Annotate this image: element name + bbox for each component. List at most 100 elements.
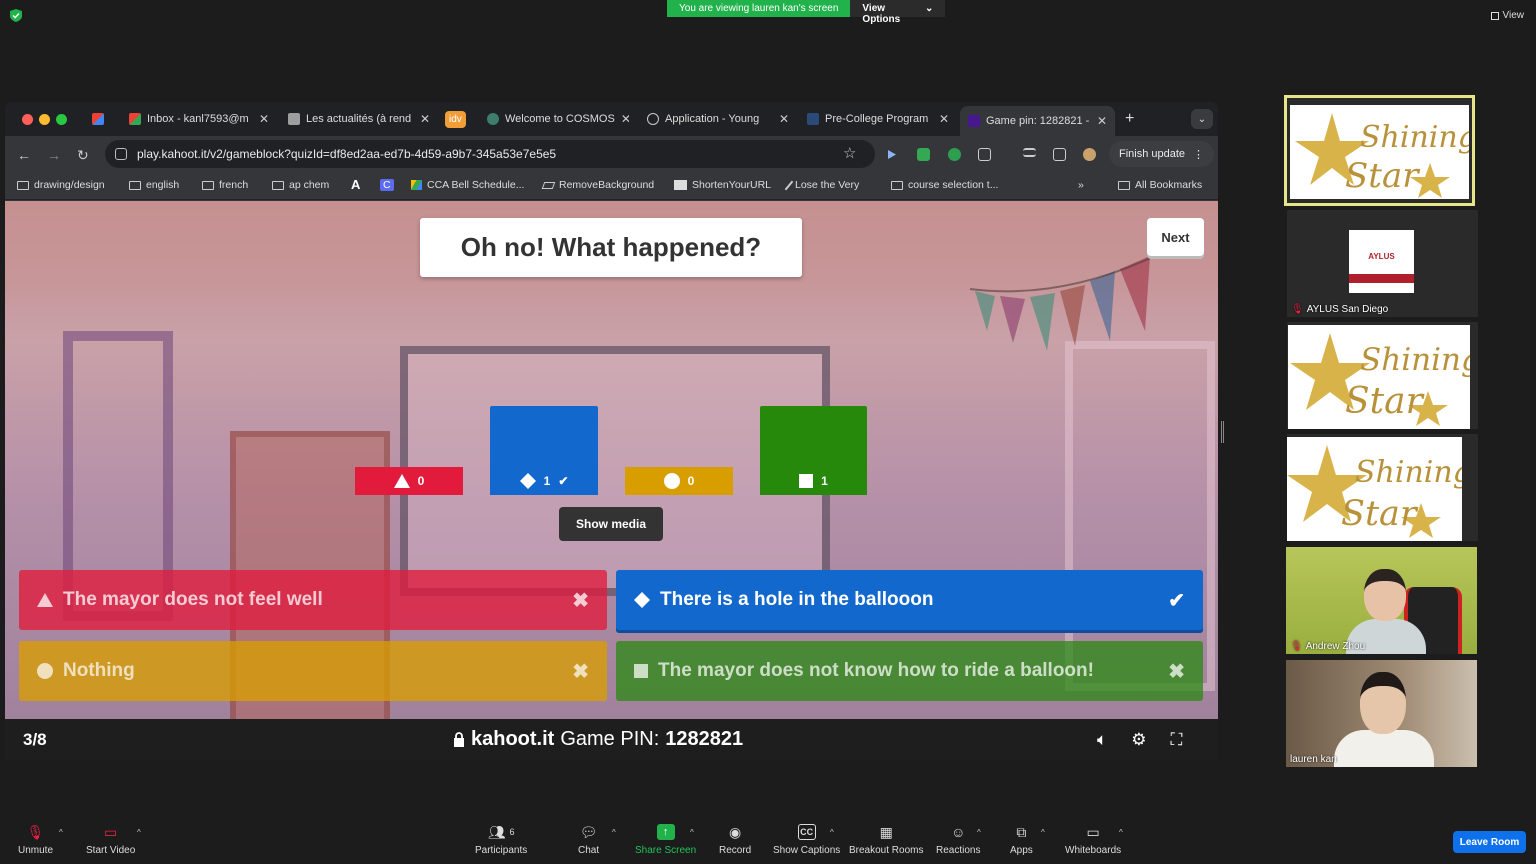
- green-extension-icon[interactable]: [917, 148, 930, 161]
- whiteboards-button[interactable]: ▭ Whiteboards: [1065, 824, 1121, 857]
- svg-text:Star: Star: [1345, 156, 1420, 196]
- tab-title: Les actualités (à rend: [306, 113, 412, 125]
- bookmark-c[interactable]: C: [380, 179, 394, 191]
- apps-options-caret-icon[interactable]: ^: [1041, 828, 1045, 837]
- reload-icon[interactable]: ↻: [77, 147, 89, 164]
- maximize-window-icon[interactable]: [56, 114, 67, 125]
- view-options-label: View Options: [862, 3, 901, 25]
- start-video-button[interactable]: ▭ Start Video: [86, 823, 135, 857]
- participant-tile-aylus[interactable]: AYLUS 🎙︎ AYLUS San Diego: [1287, 210, 1478, 317]
- triangle-icon: [393, 474, 410, 488]
- incorrect-x-icon: ✖: [572, 660, 589, 683]
- site-settings-icon[interactable]: [115, 148, 127, 160]
- security-shield-icon[interactable]: [10, 9, 22, 22]
- bookmark-remove-background[interactable]: RemoveBackground: [541, 179, 654, 191]
- browser-tab-precollege[interactable]: Pre-College Program ✕: [807, 108, 949, 130]
- bookmarks-overflow-icon[interactable]: »: [1078, 179, 1084, 191]
- view-button[interactable]: View: [1490, 10, 1524, 21]
- participant-tile-lauren-kan[interactable]: lauren kan: [1286, 660, 1477, 767]
- bookmark-drawing-design[interactable]: drawing/design: [17, 179, 105, 191]
- panel-resize-handle[interactable]: [1221, 421, 1224, 443]
- captions-options-caret-icon[interactable]: ^: [830, 828, 834, 837]
- reactions-options-caret-icon[interactable]: ^: [977, 828, 981, 837]
- volume-icon[interactable]: 🔈︎: [1097, 730, 1107, 750]
- share-screen-button[interactable]: ↑ Share Screen: [635, 824, 696, 856]
- share-options-caret-icon[interactable]: ^: [690, 828, 694, 837]
- participant-tile-shining-star-2[interactable]: Shining Star: [1287, 322, 1478, 429]
- chat-options-caret-icon[interactable]: ^: [612, 828, 616, 837]
- record-icon: ◉: [729, 823, 742, 840]
- breakout-rooms-button[interactable]: ▦ Breakout Rooms: [849, 824, 923, 857]
- result-label-triangle: 0: [355, 467, 463, 495]
- browser-tab-idv[interactable]: idv: [445, 108, 471, 130]
- browser-tab-inbox[interactable]: Inbox - kanl7593@m ✕: [129, 108, 269, 130]
- audio-options-caret-icon[interactable]: ^: [59, 828, 63, 837]
- reactions-button[interactable]: ☺ Reactions: [936, 824, 980, 856]
- apps-button[interactable]: ⧉ Apps: [1010, 824, 1033, 857]
- side-panel-icon[interactable]: [1053, 148, 1066, 161]
- extensions-puzzle-icon[interactable]: [978, 148, 991, 161]
- lock-icon: [454, 732, 464, 747]
- new-tab-icon[interactable]: +: [1125, 110, 1134, 128]
- participants-button[interactable]: 👥︎ 6 Participants: [475, 824, 527, 857]
- bookmark-star-icon[interactable]: ☆: [843, 144, 856, 162]
- globe-icon: [647, 113, 659, 125]
- close-tab-icon[interactable]: ✕: [779, 112, 789, 126]
- bookmark-english[interactable]: english: [129, 179, 179, 191]
- unmute-button[interactable]: 🎙︎ Unmute: [18, 824, 53, 857]
- play-extension-icon[interactable]: [885, 148, 898, 161]
- correct-check-icon: ✔: [1168, 589, 1185, 612]
- chat-button[interactable]: 💬︎ Chat: [578, 824, 599, 857]
- close-tab-icon[interactable]: ✕: [939, 112, 949, 126]
- forward-arrow-icon[interactable]: →: [47, 147, 61, 163]
- close-tab-icon[interactable]: ✕: [259, 112, 269, 126]
- close-tab-icon[interactable]: ✕: [621, 112, 629, 126]
- address-bar[interactable]: play.kahoot.it/v2/gameblock?quizId=df8ed…: [105, 140, 875, 168]
- back-arrow-icon[interactable]: ←: [17, 147, 31, 163]
- profile-avatar-icon[interactable]: [1083, 148, 1096, 161]
- record-label: Record: [719, 845, 752, 856]
- url-text[interactable]: play.kahoot.it/v2/gameblock?quizId=df8ed…: [137, 147, 556, 161]
- answer-text: The mayor does not feel well: [63, 589, 323, 610]
- browser-tab-cosmos[interactable]: Welcome to COSMOS ✕: [487, 108, 629, 130]
- participant-tile-shining-star-3[interactable]: Shining Star: [1287, 434, 1478, 541]
- browser-tab-gmail-pinned[interactable]: [92, 108, 112, 130]
- bookmark-all-bookmarks[interactable]: All Bookmarks: [1118, 179, 1202, 191]
- browser-tab-application[interactable]: Application - Young ✕: [647, 108, 789, 130]
- bookmark-lose-the-very[interactable]: Lose the Very: [784, 179, 859, 191]
- bookmark-a[interactable]: A: [351, 177, 360, 192]
- evernote-extension-icon[interactable]: [948, 148, 961, 161]
- bookmark-french[interactable]: french: [202, 179, 248, 191]
- fullscreen-icon[interactable]: ⛶: [1170, 730, 1182, 750]
- bookmark-course-selection[interactable]: course selection t...: [891, 179, 998, 191]
- reading-list-icon[interactable]: [1023, 148, 1036, 157]
- result-label-square: 1: [760, 467, 867, 495]
- next-button[interactable]: Next: [1147, 218, 1204, 256]
- participant-tile-active-speaker[interactable]: Shining Star: [1284, 95, 1475, 206]
- view-options-button[interactable]: View Options ⌄: [850, 0, 946, 25]
- show-media-button[interactable]: Show media: [559, 507, 663, 541]
- idv-icon: idv: [445, 110, 466, 128]
- leave-room-button[interactable]: Leave Room: [1453, 831, 1526, 853]
- browser-tab-kahoot-active[interactable]: Game pin: 1282821 - ✕: [960, 106, 1115, 136]
- close-tab-icon[interactable]: ✕: [420, 112, 430, 126]
- close-tab-icon[interactable]: ✕: [1097, 114, 1107, 128]
- video-options-caret-icon[interactable]: ^: [137, 828, 141, 837]
- whiteboards-options-caret-icon[interactable]: ^: [1119, 828, 1123, 837]
- close-window-icon[interactable]: [22, 114, 33, 125]
- browser-tab-actualites[interactable]: Les actualités (à rend ✕: [288, 108, 430, 130]
- bookmark-ap-chem[interactable]: ap chem: [272, 179, 329, 191]
- participant-tile-andrew-zhou[interactable]: 🎙︎ Andrew Zhou: [1286, 547, 1477, 654]
- video-off-icon: ▭: [104, 823, 118, 840]
- person-head: [1360, 672, 1406, 734]
- tab-search-icon[interactable]: ⌄: [1191, 109, 1213, 129]
- finish-update-button[interactable]: Finish update ⋮: [1109, 141, 1215, 167]
- minimize-window-icon[interactable]: [39, 114, 50, 125]
- record-button[interactable]: ◉ Record: [719, 823, 752, 857]
- bookmark-shorten-url[interactable]: ShortenYourURL: [674, 179, 771, 191]
- bookmark-cca-bell[interactable]: CCA Bell Schedule...: [411, 179, 524, 191]
- settings-gear-icon[interactable]: ⚙: [1131, 730, 1146, 750]
- incorrect-x-icon: ✖: [1168, 660, 1185, 683]
- result-bar-blue: [490, 406, 598, 469]
- shining-star-image: Shining Star: [1287, 437, 1472, 541]
